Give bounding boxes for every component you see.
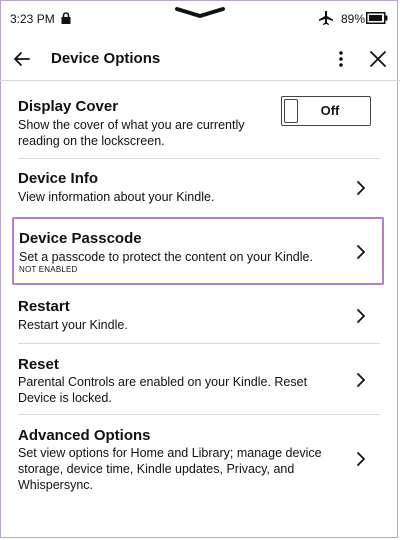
page-title: Device Options [51, 50, 161, 67]
battery-percentage: 89% [341, 12, 366, 26]
reset-description: Parental Controls are enabled on your Ki… [18, 375, 308, 405]
device-passcode-item[interactable]: Device Passcode Set a passcode to protec… [12, 217, 384, 285]
more-vertical-icon[interactable] [333, 49, 349, 69]
chevron-right-icon [357, 245, 365, 259]
chevron-right-icon [357, 452, 365, 466]
advanced-options-item[interactable]: Advanced Options Set view options for Ho… [12, 417, 384, 501]
device-info-title: Device Info [18, 170, 99, 187]
display-cover-description: Show the cover of what you are currently… [18, 118, 245, 148]
display-cover-title: Display Cover [18, 98, 119, 115]
status-time: 3:23 PM [10, 12, 55, 26]
toggle-state-label: Off [320, 103, 340, 118]
battery-icon [366, 12, 388, 24]
device-passcode-description: Set a passcode to protect the content on… [19, 250, 313, 264]
back-arrow-icon[interactable] [12, 49, 32, 69]
pull-down-chevron-icon[interactable] [175, 6, 225, 20]
divider [18, 158, 380, 159]
advanced-options-title: Advanced Options [18, 427, 151, 444]
restart-item[interactable]: Restart Restart your Kindle. [12, 288, 384, 340]
device-info-item[interactable]: Device Info View information about your … [12, 160, 384, 212]
display-cover-setting: Display Cover Show the cover of what you… [12, 88, 384, 152]
reset-title: Reset [18, 356, 59, 373]
divider [18, 343, 380, 344]
close-icon[interactable] [369, 50, 387, 68]
restart-title: Restart [18, 298, 70, 315]
device-passcode-title: Device Passcode [19, 230, 142, 247]
device-info-description: View information about your Kindle. [18, 190, 215, 204]
chevron-right-icon [357, 309, 365, 323]
reset-item[interactable]: Reset Parental Controls are enabled on y… [12, 346, 384, 412]
status-bar: 3:23 PM 89% [0, 0, 400, 38]
chevron-right-icon [357, 181, 365, 195]
passcode-status: NOT ENABLED [19, 265, 78, 274]
divider [18, 414, 380, 415]
advanced-options-description: Set view options for Home and Library; m… [18, 446, 322, 492]
chevron-right-icon [357, 373, 365, 387]
top-bar: Device Options [0, 38, 400, 81]
airplane-icon [319, 11, 333, 25]
display-cover-toggle[interactable]: Off [281, 96, 371, 126]
lock-icon [61, 12, 71, 24]
restart-description: Restart your Kindle. [18, 318, 128, 332]
